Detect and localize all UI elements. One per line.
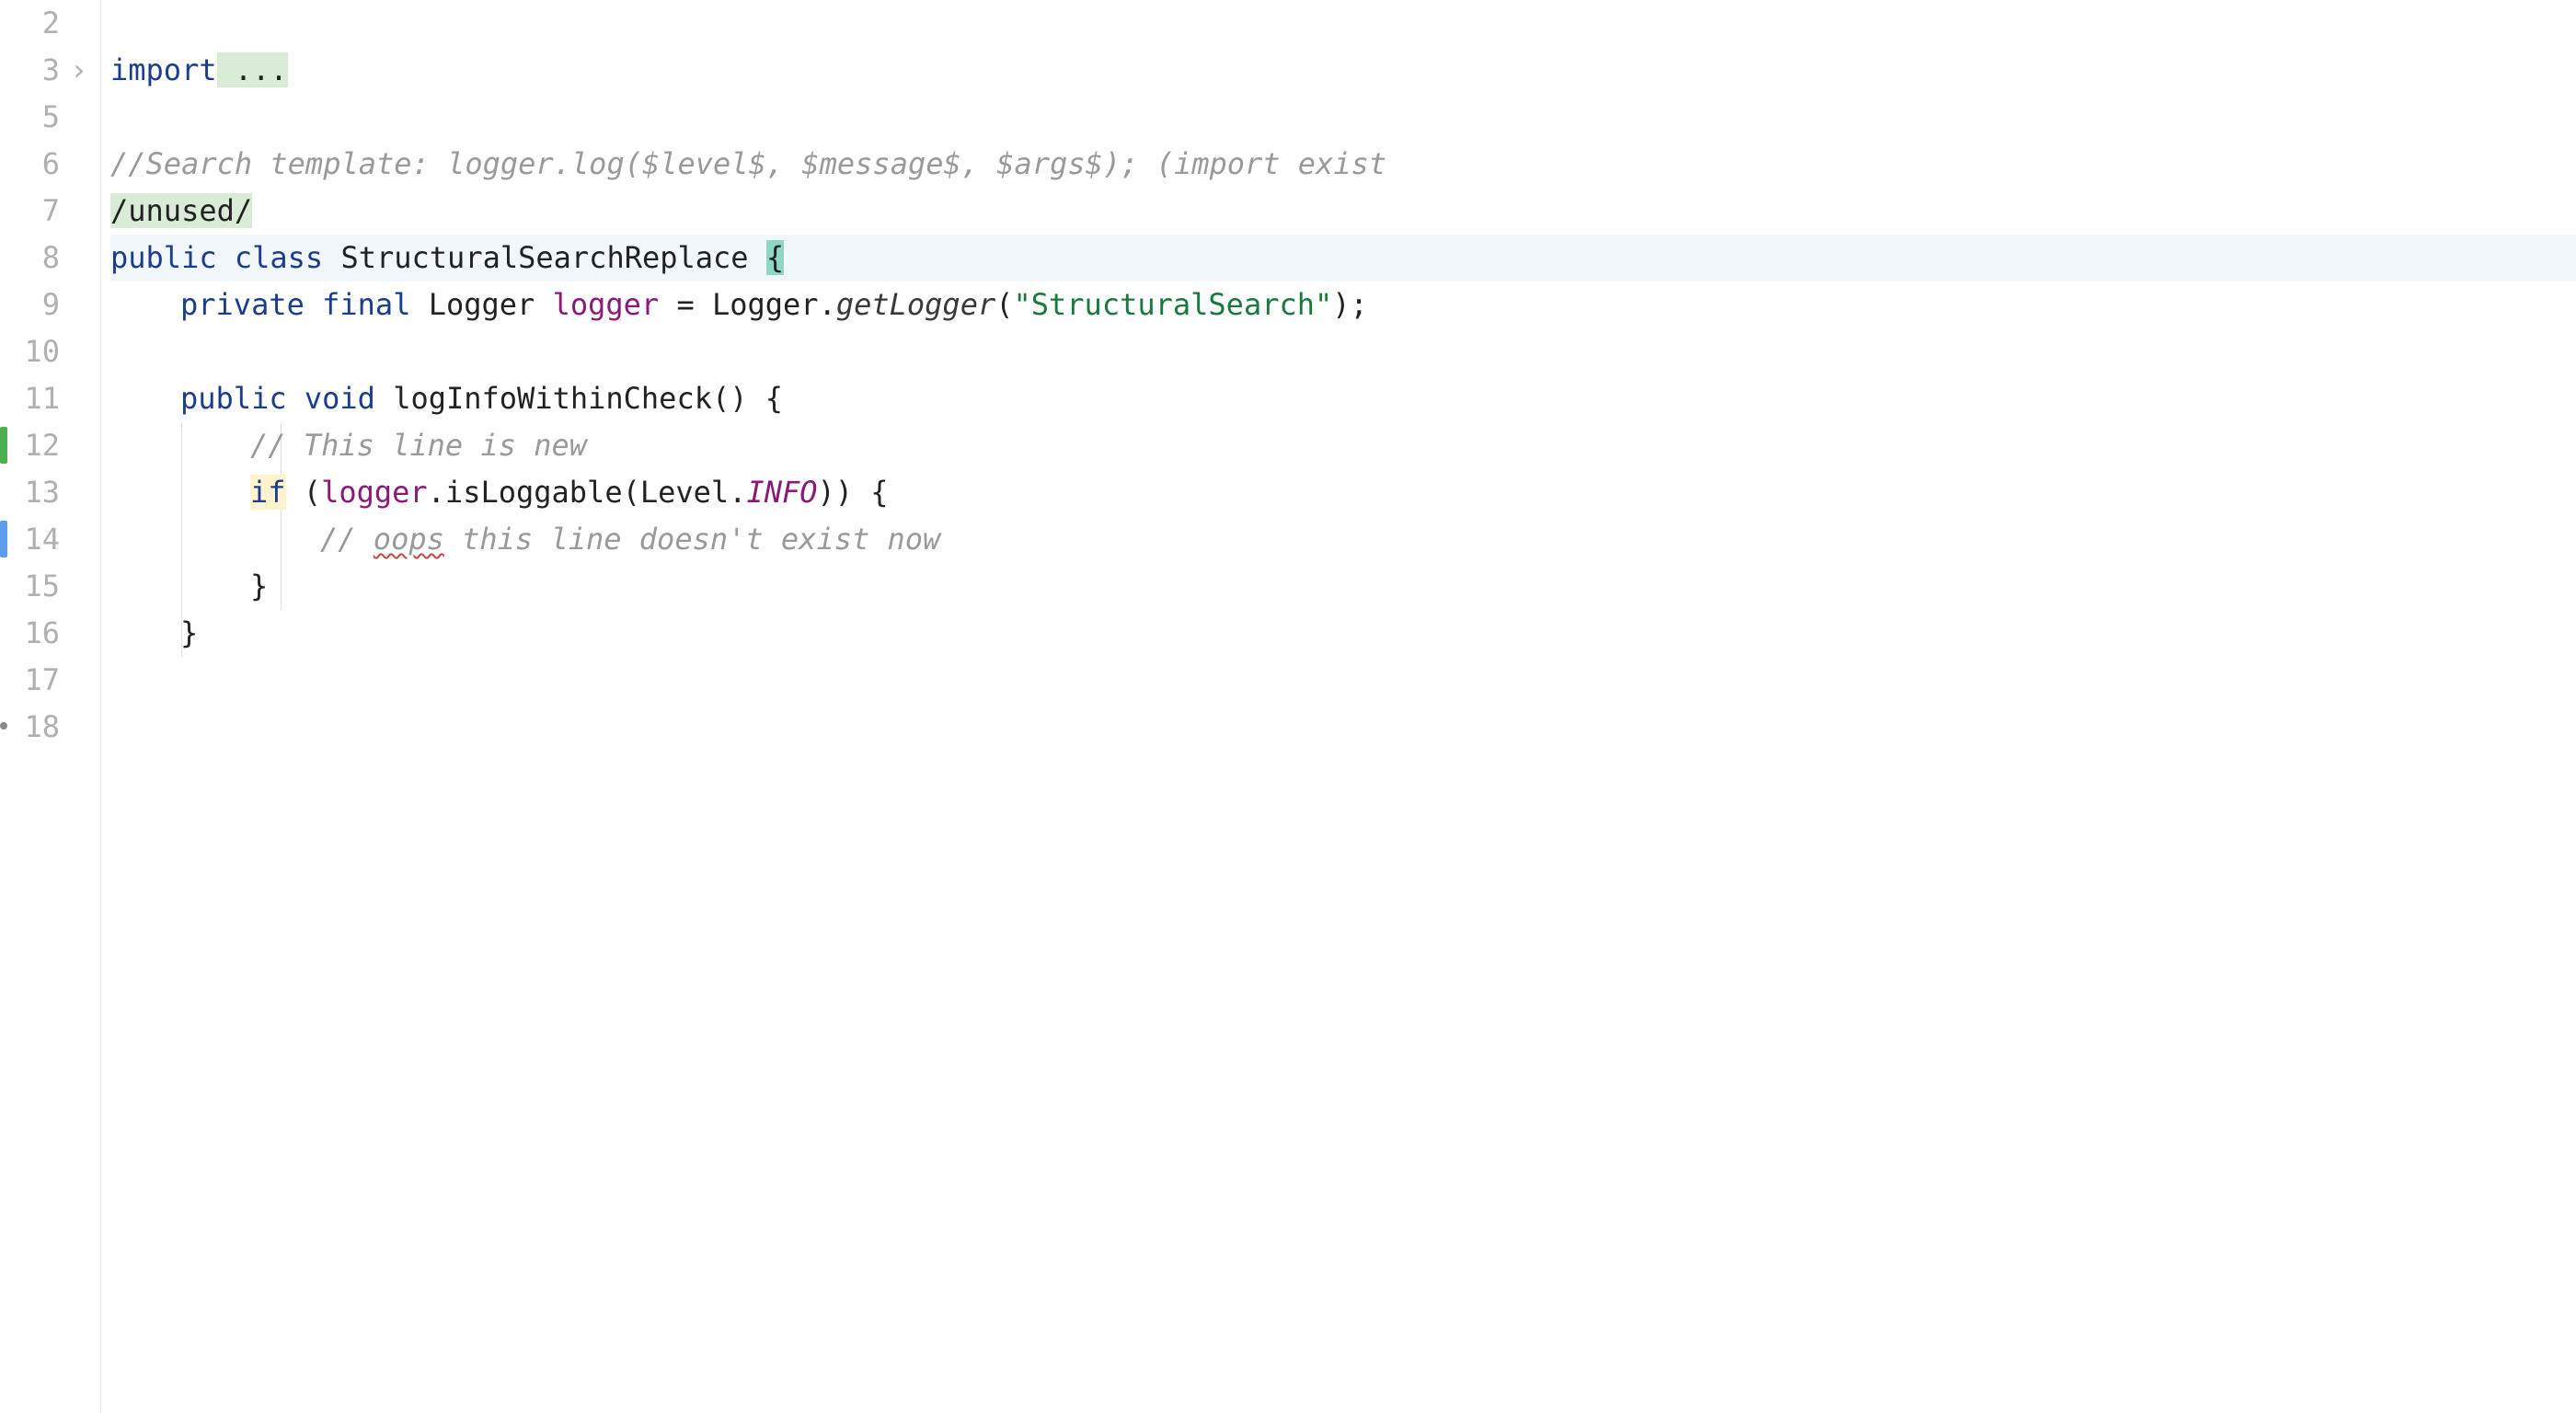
line-number[interactable]: 14: [0, 516, 60, 563]
line-number[interactable]: 11: [0, 375, 60, 422]
method-getlogger: getLogger: [836, 287, 995, 322]
code-line-2[interactable]: [110, 0, 2576, 47]
folded-code[interactable]: ...: [217, 52, 288, 87]
code-line-6[interactable]: //Search template: logger.log($level$, $…: [110, 141, 2576, 188]
keyword-if: if: [250, 475, 286, 510]
code-line-11[interactable]: public void logInfoWithinCheck() {: [110, 375, 2576, 422]
keyword-import: import: [110, 52, 217, 87]
code-line-5[interactable]: [110, 94, 2576, 141]
line-number[interactable]: 18: [0, 704, 60, 751]
code-line-15[interactable]: }: [110, 563, 2576, 610]
change-marker[interactable]: [0, 427, 7, 464]
code-editor[interactable]: 23›56789101112131415161718 import ... //…: [0, 0, 2576, 1413]
line-number[interactable]: 8: [0, 235, 60, 281]
code-line-10[interactable]: [110, 328, 2576, 375]
gutter: 23›56789101112131415161718: [0, 0, 101, 1413]
comment-text: // This line is new: [250, 428, 587, 463]
brace-match: {: [766, 240, 784, 275]
line-number[interactable]: 10: [0, 328, 60, 375]
keyword-public: public: [180, 381, 287, 416]
class-name: StructuralSearchReplace: [340, 240, 765, 275]
line-number[interactable]: 17: [0, 657, 60, 704]
keyword-final: final: [322, 287, 410, 322]
line-number[interactable]: 2: [0, 0, 60, 47]
method-name: logInfoWithinCheck() {: [393, 381, 783, 416]
keyword-public: public: [110, 240, 217, 275]
code-line-18[interactable]: [110, 704, 2576, 751]
line-number[interactable]: 3: [0, 47, 60, 94]
change-marker[interactable]: [0, 521, 7, 557]
keyword-class: class: [235, 240, 323, 275]
close-brace: }: [180, 615, 198, 650]
line-number[interactable]: 9: [0, 281, 60, 328]
string-literal: "StructuralSearch": [1013, 287, 1332, 322]
code-line-9[interactable]: private final Logger logger = Logger.get…: [110, 281, 2576, 328]
line-number[interactable]: 5: [0, 94, 60, 141]
constant-info: INFO: [746, 475, 817, 510]
close-brace: }: [250, 569, 268, 603]
field-logger: logger: [321, 475, 428, 510]
code-line-14[interactable]: // oops this line doesn't exist now: [110, 516, 2576, 563]
code-line-17[interactable]: [110, 657, 2576, 704]
code-area[interactable]: import ... //Search template: logger.log…: [110, 0, 2576, 1413]
line-number[interactable]: 16: [0, 610, 60, 657]
typo-warning: oops: [374, 522, 444, 557]
line-number[interactable]: 13: [0, 469, 60, 516]
code-line-7[interactable]: /unused/: [110, 188, 2576, 235]
fold-icon[interactable]: ›: [70, 47, 87, 94]
unused-marker: /unused/: [110, 193, 252, 228]
keyword-private: private: [180, 287, 305, 322]
comment-text: //Search template: logger.log($level$, $…: [110, 146, 1386, 181]
field-logger: logger: [553, 287, 660, 322]
code-line-12[interactable]: // This line is new: [110, 422, 2576, 469]
code-line-16[interactable]: }: [110, 610, 2576, 657]
breakpoint-dot[interactable]: [0, 722, 7, 729]
line-number[interactable]: 12: [0, 422, 60, 469]
type-logger: Logger: [429, 287, 553, 322]
line-number[interactable]: 6: [0, 141, 60, 188]
line-number[interactable]: 15: [0, 563, 60, 610]
code-line-8[interactable]: public class StructuralSearchReplace {: [110, 235, 2576, 281]
keyword-void: void: [305, 381, 375, 416]
line-number[interactable]: 7: [0, 188, 60, 235]
code-line-13[interactable]: if (logger.isLoggable(Level.INFO)) {: [110, 469, 2576, 516]
comment-text: this line doesn't exist now: [444, 522, 940, 557]
code-line-3[interactable]: import ...: [110, 47, 2576, 94]
